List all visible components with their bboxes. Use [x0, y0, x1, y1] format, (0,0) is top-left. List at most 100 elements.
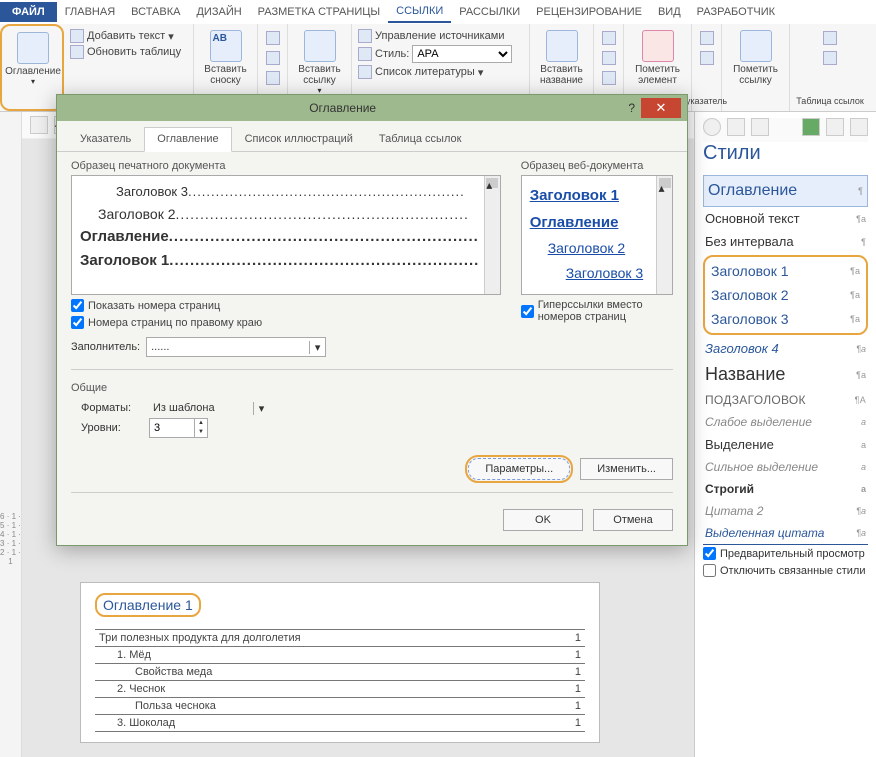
- style-item[interactable]: Выделениеa: [703, 433, 868, 456]
- hyperlinks-checkbox[interactable]: [521, 305, 534, 318]
- tab-review[interactable]: РЕЦЕНЗИРОВАНИЕ: [528, 2, 650, 22]
- spin-up[interactable]: ▲: [195, 419, 207, 428]
- manage-sources-button[interactable]: Управление источниками: [358, 28, 504, 44]
- tab-file[interactable]: ФАЙЛ: [0, 2, 57, 22]
- web-preview: Заголовок 1ОглавлениеЗаголовок 2Заголово…: [521, 175, 673, 295]
- tab-references[interactable]: ССЫЛКИ: [388, 1, 451, 23]
- web-scrollbar[interactable]: ▴: [656, 176, 672, 294]
- dlg-tab-index[interactable]: Указатель: [67, 127, 144, 151]
- insert-toa-icon[interactable]: [823, 31, 837, 45]
- style-item[interactable]: Название¶a: [703, 360, 868, 389]
- dlg-tab-authorities[interactable]: Таблица ссылок: [366, 127, 475, 151]
- preview-print-line: Заголовок 1.............................…: [80, 249, 492, 273]
- style-item[interactable]: Основной текст¶a: [703, 207, 868, 230]
- next-footnote-icon[interactable]: [266, 51, 280, 65]
- page-toc: Три полезных продукта для долголетия11. …: [95, 629, 585, 732]
- style-item[interactable]: Слабое выделениеa: [703, 411, 868, 433]
- preview-web-line[interactable]: Заголовок 2: [530, 236, 664, 261]
- index-footer: указатель: [686, 97, 727, 107]
- insert-citation-button[interactable]: Вставить ссылку: [294, 64, 345, 86]
- filler-combo[interactable]: ......▾: [146, 337, 326, 357]
- toc-label: Оглавление: [5, 66, 61, 77]
- right-align-checkbox[interactable]: [71, 316, 84, 329]
- page-heading: Оглавление 1: [103, 597, 193, 613]
- tab-layout[interactable]: РАЗМЕТКА СТРАНИЦЫ: [250, 2, 388, 22]
- qat-icon-1[interactable]: [30, 116, 48, 134]
- update-toa-icon[interactable]: [823, 51, 837, 65]
- options-button[interactable]: Параметры...: [468, 458, 570, 480]
- show-pages-checkbox[interactable]: [71, 299, 84, 312]
- styles-tool-3[interactable]: [751, 118, 769, 136]
- add-text-button[interactable]: Добавить текст ▾: [70, 28, 174, 44]
- close-button[interactable]: ✕: [641, 98, 681, 118]
- dlg-tab-toc[interactable]: Оглавление: [144, 127, 231, 152]
- footnote-icon: AB: [210, 30, 242, 62]
- hyperlinks-row[interactable]: Гиперссылки вместо номеров страниц: [521, 299, 673, 323]
- styles-tool-2[interactable]: [727, 118, 745, 136]
- styles-tool-flag[interactable]: [802, 118, 820, 136]
- endnote-icon[interactable]: [266, 31, 280, 45]
- formats-combo[interactable]: Из шаблона▾: [149, 402, 269, 414]
- print-preview: Заголовок 3.............................…: [71, 175, 501, 295]
- citation-style-select[interactable]: APA: [412, 45, 512, 63]
- insert-index-icon[interactable]: [700, 31, 714, 45]
- style-item[interactable]: Без интервала¶: [703, 230, 868, 253]
- show-pages-row[interactable]: Показать номера страниц: [71, 299, 501, 312]
- toc-group[interactable]: Оглавление ▾: [0, 24, 64, 111]
- modify-button[interactable]: Изменить...: [580, 458, 673, 480]
- preview-checkbox-row[interactable]: Предварительный просмотр: [703, 545, 868, 562]
- preview-web-line[interactable]: Заголовок 3: [530, 261, 664, 286]
- preview-web-line[interactable]: Заголовок 1: [530, 182, 664, 209]
- chevron-down-icon: ▾: [309, 341, 325, 354]
- toc-row: Свойства меда1: [95, 664, 585, 681]
- style-item[interactable]: Сильное выделениеa: [703, 456, 868, 478]
- mark-citation-button[interactable]: Пометить ссылку: [728, 64, 783, 86]
- update-table-button[interactable]: Обновить таблицу: [70, 44, 181, 60]
- right-align-row[interactable]: Номера страниц по правому краю: [71, 316, 501, 329]
- tab-insert[interactable]: ВСТАВКА: [123, 2, 188, 22]
- dialog-titlebar[interactable]: Оглавление ? ✕: [57, 95, 687, 121]
- tab-design[interactable]: ДИЗАЙН: [188, 2, 249, 22]
- tab-view[interactable]: ВИД: [650, 2, 689, 22]
- tab-developer[interactable]: РАЗРАБОТЧИК: [689, 2, 783, 22]
- show-notes-icon[interactable]: [266, 71, 280, 85]
- style-item[interactable]: Заголовок 4¶a: [703, 337, 868, 360]
- style-item[interactable]: Подзаголовок¶a: [703, 389, 868, 411]
- style-item[interactable]: Выделенная цитата¶a: [703, 522, 868, 545]
- update-figures-icon[interactable]: [602, 51, 616, 65]
- preview-checkbox[interactable]: [703, 547, 716, 560]
- toc-figures-icon[interactable]: [602, 31, 616, 45]
- styles-tool-1[interactable]: [703, 118, 721, 136]
- crossref-icon[interactable]: [602, 71, 616, 85]
- linked-checkbox[interactable]: [703, 564, 716, 577]
- add-text-icon: [70, 29, 84, 43]
- spin-down[interactable]: ▼: [195, 428, 207, 437]
- bibliography-button[interactable]: Список литературы ▾: [358, 64, 483, 80]
- linked-checkbox-row[interactable]: Отключить связанные стили: [703, 562, 868, 579]
- update-index-icon[interactable]: [700, 51, 714, 65]
- style-item[interactable]: Заголовок 1¶a: [709, 259, 862, 283]
- ok-button[interactable]: OK: [503, 509, 583, 531]
- levels-spinner[interactable]: ▲▼: [149, 418, 208, 438]
- help-button[interactable]: ?: [622, 101, 641, 115]
- styles-tool-5[interactable]: [850, 118, 868, 136]
- dlg-tab-figures[interactable]: Список иллюстраций: [232, 127, 366, 151]
- tab-mailings[interactable]: РАССЫЛКИ: [451, 2, 528, 22]
- mark-entry-button[interactable]: Пометить элемент: [630, 64, 685, 86]
- print-scrollbar[interactable]: ▴: [484, 176, 500, 294]
- style-item[interactable]: Цитата 2¶a: [703, 500, 868, 522]
- citation-style-row: Стиль: APA: [358, 44, 512, 64]
- preview-web-line[interactable]: Оглавление: [530, 209, 664, 236]
- insert-caption-button[interactable]: Вставить название: [536, 64, 587, 86]
- styles-tool-4[interactable]: [826, 118, 844, 136]
- style-item[interactable]: Заголовок 2¶a: [709, 283, 862, 307]
- insert-footnote-button[interactable]: Вставить сноску: [200, 64, 251, 86]
- style-item[interactable]: Заголовок 3¶a: [709, 307, 862, 331]
- style-item[interactable]: Строгийa: [703, 478, 868, 500]
- cancel-button[interactable]: Отмена: [593, 509, 673, 531]
- update-table-icon: [70, 45, 84, 59]
- citation-icon: [304, 30, 336, 62]
- tab-home[interactable]: ГЛАВНАЯ: [57, 2, 123, 22]
- style-item[interactable]: Оглавление¶: [703, 175, 868, 207]
- levels-input[interactable]: [150, 419, 194, 437]
